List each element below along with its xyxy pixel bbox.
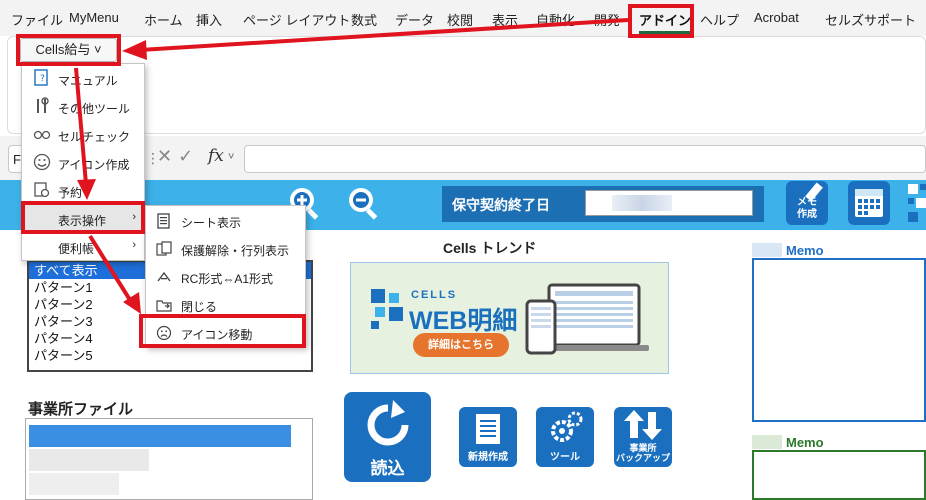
web-meisai-banner[interactable]: CELLS WEB明細 詳細はこちら	[350, 262, 669, 374]
document-icon	[476, 414, 500, 444]
refresh-icon	[367, 400, 409, 446]
office-file-title: 事業所ファイル	[28, 401, 134, 418]
memo-box[interactable]	[752, 450, 926, 500]
formula-bar-buttons: ✕✓	[157, 146, 199, 167]
confirm-icon[interactable]: ✓	[178, 146, 199, 166]
formula-input[interactable]	[244, 145, 926, 173]
tab-review[interactable]: 校閲	[447, 10, 473, 29]
memo-header-accent	[752, 435, 782, 449]
gear-icon	[551, 411, 583, 442]
office-backup-button[interactable]: 事業所 バックアップ	[614, 407, 672, 467]
highlight-icon-move	[139, 314, 306, 348]
tab-view[interactable]: 表示	[492, 10, 518, 29]
read-button[interactable]: 読込	[344, 392, 431, 482]
tab-page-layout[interactable]: ページ レイアウト	[243, 10, 350, 29]
sheet-icon	[157, 213, 170, 229]
tab-acrobat[interactable]: Acrobat	[754, 10, 799, 25]
new-create-label: 新規作成	[468, 452, 508, 463]
insert-function-icon[interactable]: fx	[208, 146, 224, 166]
chevron-down-icon[interactable]: ˅	[228, 151, 234, 163]
calendar-icon	[855, 189, 883, 217]
new-create-button[interactable]: 新規作成	[459, 407, 517, 467]
calendar-button[interactable]	[848, 181, 890, 225]
glasses-icon	[33, 130, 51, 140]
memo-label: Memo	[786, 243, 824, 258]
manual-icon: ?	[34, 69, 48, 86]
smiley-icon	[33, 153, 51, 171]
tab-mymenu[interactable]: MyMenu	[69, 10, 119, 25]
svg-text:?: ?	[40, 74, 45, 84]
memo-create-button[interactable]: メモ 作成	[786, 181, 828, 225]
tab-data[interactable]: データ	[395, 10, 434, 29]
tools-icon	[37, 97, 49, 113]
tab-home[interactable]: ホーム	[144, 10, 183, 29]
trend-title: Cells トレンド	[443, 240, 537, 256]
tab-help[interactable]: ヘルプ	[700, 10, 739, 29]
trend-logo-small: CELLS	[411, 289, 458, 301]
zoom-out-icon[interactable]	[342, 182, 384, 224]
reserve-icon	[34, 182, 50, 198]
menu-item-manual[interactable]: ? マニュアル	[22, 65, 144, 93]
tools-label: ツール	[550, 452, 580, 463]
memo-box[interactable]	[752, 258, 926, 422]
unprotect-icon	[156, 241, 172, 256]
cancel-icon[interactable]: ✕	[157, 146, 178, 166]
submenu-item-unprotect[interactable]: 保護解除・行列表示	[146, 235, 305, 263]
trend-cta-button[interactable]: 詳細はこちら	[413, 333, 509, 357]
ribbon-tab-bar: ファイル MyMenu ホーム 挿入 ページ レイアウト 数式 データ 校閲 表…	[0, 0, 926, 36]
office-file-row-selected[interactable]	[29, 425, 291, 447]
pattern-item-5[interactable]: パターン5	[29, 347, 311, 364]
close-folder-icon	[156, 300, 172, 312]
up-down-arrows-icon	[624, 410, 662, 440]
office-file-list[interactable]	[25, 418, 313, 500]
highlight-display-operations	[21, 201, 145, 234]
tab-formulas[interactable]: 数式	[351, 10, 377, 29]
highlight-cells-button	[16, 34, 121, 66]
tab-file[interactable]: ファイル	[11, 10, 63, 29]
read-label: 読込	[370, 459, 405, 478]
office-backup-label: 事業所 バックアップ	[615, 443, 670, 463]
blurred-date-value	[612, 195, 672, 211]
highlight-addin-tab	[628, 4, 694, 38]
tab-cells-support[interactable]: セルズサポート	[825, 10, 916, 29]
menu-item-icon-create[interactable]: アイコン作成	[22, 149, 144, 177]
office-file-row[interactable]	[29, 449, 149, 471]
submenu-item-sheet-display[interactable]: シート表示	[146, 207, 305, 235]
cells-logo-icon	[908, 184, 926, 222]
menu-item-other-tools[interactable]: その他ツール	[22, 93, 144, 121]
tools-button[interactable]: ツール	[536, 407, 594, 467]
laptop-illustration	[525, 283, 649, 355]
memo-label: Memo	[786, 435, 824, 450]
trend-logo-big: WEB明細	[409, 307, 518, 335]
cells-logo-icon	[371, 289, 403, 329]
submenu-item-rc-a1[interactable]: RC形式⇔A1形式	[146, 263, 305, 291]
memo-create-label: メモ 作成	[797, 197, 817, 220]
tab-developer[interactable]: 開発	[594, 10, 620, 29]
memo-header-accent	[752, 243, 782, 257]
tab-insert[interactable]: 挿入	[196, 10, 222, 29]
chevron-right-icon: ›	[132, 239, 136, 251]
swap-icon	[157, 271, 171, 282]
tab-automate[interactable]: 自動化	[536, 10, 575, 29]
menu-item-handbook[interactable]: 便利帳 ›	[22, 233, 144, 261]
menu-item-cell-check[interactable]: セルチェック	[22, 121, 144, 149]
office-file-row[interactable]	[29, 473, 119, 495]
